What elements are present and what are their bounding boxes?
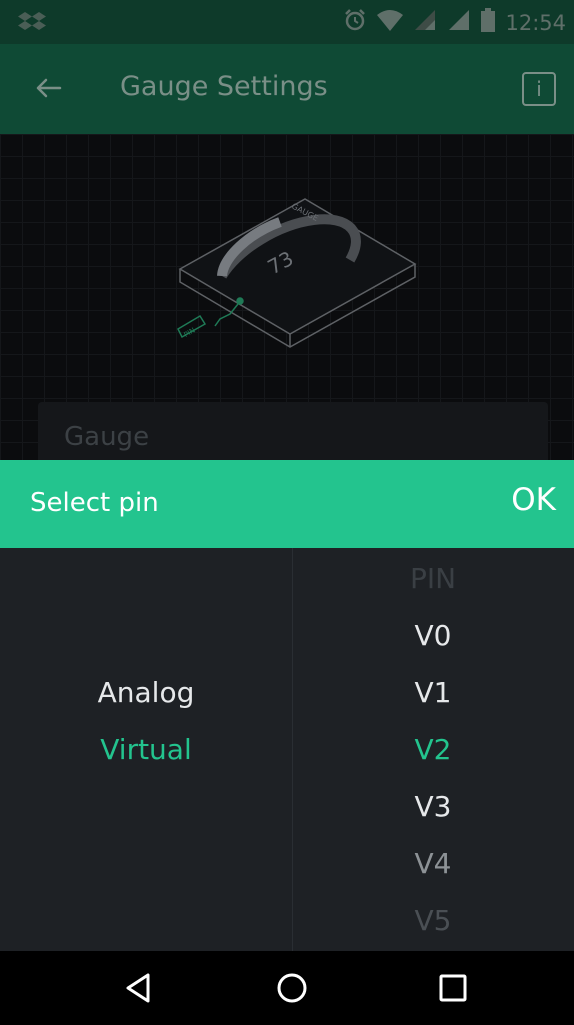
signal-icon: [447, 8, 471, 38]
dialog-title: Select pin: [30, 488, 159, 518]
select-pin-dialog-body: Analog Virtual PIN V0 V1 V2 V3 V4 V5: [0, 548, 574, 951]
pin-type-option[interactable]: Analog: [0, 673, 292, 713]
nav-recents-button[interactable]: [431, 968, 475, 1008]
app-bar: Gauge Settings i: [0, 44, 574, 134]
pin-number-option[interactable]: V4: [292, 844, 574, 884]
info-icon: i: [536, 77, 542, 101]
pin-number-option[interactable]: V0: [292, 616, 574, 656]
pin-number-option[interactable]: V5: [292, 901, 574, 941]
status-time: 12:54: [505, 11, 566, 35]
home-circle-icon: [277, 973, 307, 1003]
pin-label-text: PIN: [183, 326, 197, 339]
page-title: Gauge Settings: [120, 71, 328, 102]
nav-home-button[interactable]: [270, 968, 314, 1008]
nav-back-button[interactable]: [117, 968, 161, 1008]
back-triangle-icon: [126, 973, 150, 1003]
wifi-icon: [377, 9, 404, 37]
settings-content: 73 GAUGE PIN Gauge: [0, 134, 574, 482]
system-nav-bar: [0, 951, 574, 1025]
gauge-illustration: 73 GAUGE PIN: [177, 198, 417, 348]
dropbox-icon: [18, 10, 46, 38]
back-arrow-icon: [36, 78, 62, 98]
pin-number-option[interactable]: V1: [292, 673, 574, 713]
widget-name-value: Gauge: [64, 422, 150, 452]
battery-icon: [481, 8, 496, 38]
select-pin-dialog-header: Select pin OK: [0, 460, 574, 548]
pin-number-option[interactable]: V3: [292, 787, 574, 827]
status-bar: 12:54: [0, 0, 574, 44]
pin-number-option[interactable]: V2: [292, 730, 574, 770]
pin-number-picker[interactable]: PIN V0 V1 V2 V3 V4 V5: [292, 548, 574, 951]
pin-type-option[interactable]: Virtual: [0, 730, 292, 770]
ok-button[interactable]: OK: [507, 482, 560, 518]
alarm-icon: [343, 8, 367, 38]
recents-square-icon: [439, 974, 467, 1002]
back-arrow-button[interactable]: [26, 66, 70, 110]
pin-number-option: PIN: [409, 562, 457, 595]
info-button[interactable]: i: [522, 72, 556, 106]
signal-icon: [413, 8, 437, 38]
pin-type-picker[interactable]: Analog Virtual: [0, 548, 292, 951]
